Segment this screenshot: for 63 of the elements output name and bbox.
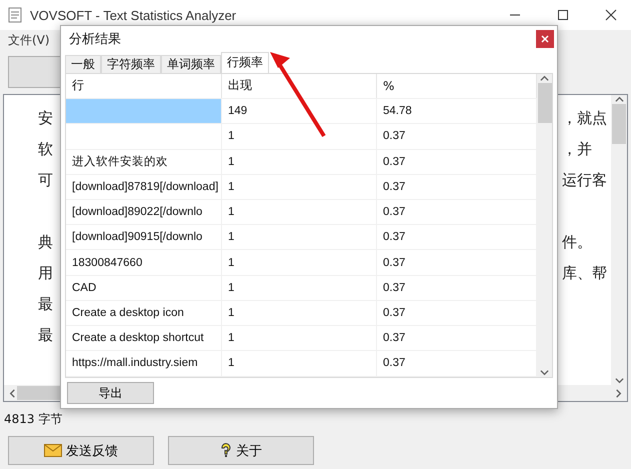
table-cell[interactable]: [download]89022[/downlo [66,200,222,224]
text-line: 安 [38,108,53,129]
app-icon [8,7,22,23]
envelope-icon [44,444,62,457]
scrollbar-thumb[interactable] [538,82,552,123]
export-button[interactable]: 导出 [67,382,154,404]
tab[interactable]: 行频率 [221,52,269,73]
table-cell: 1 [222,326,377,350]
table-cell: 1 [222,300,377,326]
table-cell: 1 [222,174,377,199]
table-cell: 1 [222,225,377,250]
table-cell: 1 [222,250,377,275]
table-cell[interactable]: 进入软件安装的欢 [66,150,222,174]
text-line: 库、帮 [562,263,607,284]
text-line: 用 [38,263,53,284]
status-text: 4813 字节 [4,410,62,428]
table-cell: 1 [222,276,377,300]
text-line: 软 [38,139,53,160]
text-line: 可 [38,170,53,191]
text-line: 件。 [562,232,593,253]
tab[interactable]: 单词频率 [161,54,221,73]
question-icon [220,442,232,458]
dialog-title: 分析结果 [69,30,121,48]
menu-item[interactable]: 文件(V) [8,32,50,48]
text-line: 典 [38,232,53,253]
table-cell: 1 [222,351,377,376]
table-cell[interactable]: 18300847660 [66,250,222,275]
column-header[interactable]: 出现 [222,74,377,98]
table-cell[interactable]: Create a desktop icon [66,300,222,326]
close-button[interactable] [536,30,554,48]
table-cell: 149 [222,99,377,124]
text-line: 最 [38,325,53,346]
table-cell: 1 [222,150,377,174]
close-icon [605,9,617,21]
maximize-icon [558,10,568,20]
about-button[interactable]: 关于 [168,436,314,465]
scroll-down-icon[interactable] [540,368,549,376]
vertical-scrollbar[interactable] [537,74,552,376]
scrollbar-thumb[interactable] [612,104,626,144]
scroll-up-icon[interactable] [614,95,624,104]
text-line: 运行客 [562,170,607,191]
scroll-right-icon[interactable] [614,388,623,398]
table-cell[interactable] [66,99,222,124]
table-cell[interactable]: https://mall.industry.siem [66,351,222,376]
text-line: ，并 [562,139,593,160]
table-cell: 1 [222,200,377,224]
vertical-scrollbar[interactable] [611,95,627,385]
table-cell[interactable]: CAD [66,276,222,300]
table-cell[interactable]: [download]87819[/download] [66,174,222,199]
table-cell[interactable]: Create a desktop shortcut [66,326,222,350]
scroll-down-icon[interactable] [614,376,624,385]
close-icon [541,34,549,43]
table-cell[interactable]: [download]90915[/downlo [66,225,222,250]
text-line: ，就点 [562,108,607,129]
scroll-up-icon[interactable] [540,74,549,83]
text-line: 最 [38,294,53,315]
window-title: VOVSOFT - Text Statistics Analyzer [30,8,238,22]
feedback-button[interactable]: 发送反馈 [8,436,154,465]
tab[interactable]: 字符频率 [101,54,161,73]
column-header[interactable]: 行 [66,74,222,98]
table-cell: 1 [222,124,377,149]
scroll-left-icon[interactable] [8,388,17,398]
tab[interactable]: 一般 [65,54,101,73]
